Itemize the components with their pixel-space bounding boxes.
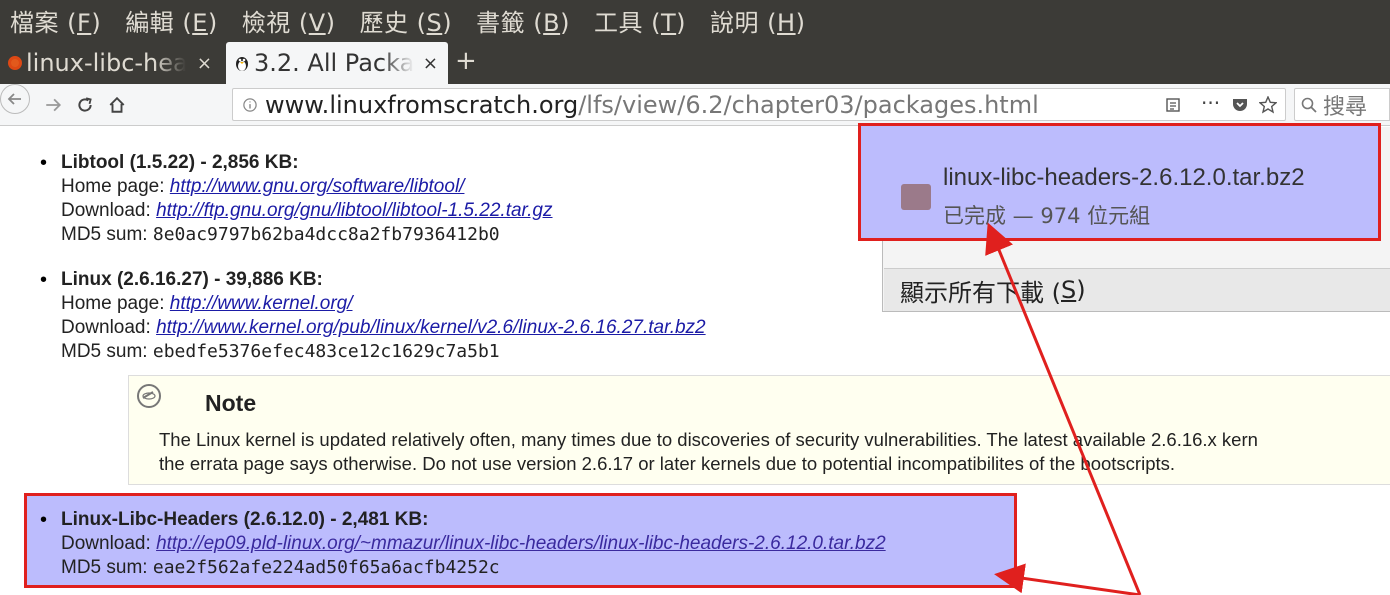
package-linux: • Linux (2.6.16.27) - 39,886 KB: Home pa…: [40, 268, 706, 364]
tab-title: linux-libc-headers: [26, 49, 186, 77]
menu-history[interactable]: 歷史 (S): [360, 3, 453, 38]
package-title: Linux-Libc-Headers (2.6.12.0) - 2,481 KB…: [61, 509, 429, 530]
arrow-left-icon: [7, 93, 21, 105]
home-button[interactable]: [108, 90, 126, 119]
search-icon: [1301, 97, 1317, 113]
show-all-accesskey: S: [1061, 276, 1077, 304]
note-title: Note: [205, 390, 257, 416]
package-title: Libtool (1.5.22) - 2,856 KB:: [61, 152, 299, 173]
tab-linux-libc-headers[interactable]: linux-libc-headers ×: [0, 42, 222, 84]
menu-bookmarks[interactable]: 書籤 (B): [476, 3, 570, 38]
menu-view[interactable]: 檢視 (V): [242, 3, 336, 38]
home-page-label: Home page:: [61, 293, 170, 314]
bullet: •: [40, 269, 48, 291]
download-line: Download: http://ftp.gnu.org/gnu/libtool…: [61, 199, 553, 223]
package-file-icon: [901, 184, 931, 210]
home-page-link[interactable]: http://www.gnu.org/software/libtool/: [170, 176, 465, 197]
download-filename: linux-libc-headers-2.6.12.0.tar.bz2: [943, 164, 1305, 191]
download-link[interactable]: http://www.kernel.org/pub/linux/kernel/v…: [156, 317, 706, 338]
note-body: The Linux kernel is updated relatively o…: [159, 428, 1258, 476]
md5-line: MD5 sum: 8e0ac9797b62ba4dcc8a2fb7936412b…: [61, 223, 553, 247]
menubar: 檔案 (F) 編輯 (E) 檢視 (V) 歷史 (S) 書籤 (B) 工具 (T…: [0, 0, 1390, 40]
package-title: Linux (2.6.16.27) - 39,886 KB:: [61, 269, 323, 290]
bullet: •: [40, 152, 48, 174]
menu-help[interactable]: 說明 (H): [710, 3, 805, 38]
bullet: •: [40, 509, 48, 531]
note-box: Note The Linux kernel is updated relativ…: [128, 375, 1390, 485]
download-line: Download: http://www.kernel.org/pub/linu…: [61, 316, 706, 340]
home-page-line: Home page: http://www.kernel.org/: [61, 292, 706, 316]
url-bar[interactable]: www.linuxfromscratch.org/lfs/view/6.2/ch…: [232, 88, 1286, 121]
tab-title: 3.2. All Packages: [254, 49, 414, 77]
md5-value: eae2f562afe224ad50f65a6acfb4252c: [152, 557, 500, 578]
package-libtool: • Libtool (1.5.22) - 2,856 KB: Home page…: [40, 151, 553, 247]
package-linux-libc-headers: • Linux-Libc-Headers (2.6.12.0) - 2,481 …: [40, 508, 886, 580]
menu-file[interactable]: 檔案 (F): [10, 3, 101, 38]
home-page-line: Home page: http://www.gnu.org/software/l…: [61, 175, 553, 199]
download-label: Download:: [61, 200, 157, 221]
download-line: Download: http://ep09.pld-linux.org/~mma…: [61, 532, 886, 556]
reader-view-icon[interactable]: [1165, 97, 1181, 113]
md5-label: MD5 sum:: [61, 341, 153, 362]
show-all-label-end: ): [1076, 276, 1086, 304]
page-actions-icon[interactable]: ···: [1201, 91, 1220, 115]
bookmark-star-icon[interactable]: [1259, 96, 1277, 114]
show-all-downloads-button[interactable]: 顯示所有下載 (S): [884, 269, 1390, 311]
close-icon[interactable]: ×: [197, 53, 212, 74]
reload-icon: [78, 97, 92, 112]
new-tab-button[interactable]: +: [455, 46, 477, 76]
home-page-label: Home page:: [61, 176, 170, 197]
tab-strip: linux-libc-headers × 3.2. All Packages ×: [0, 40, 1390, 84]
arrow-right-icon: [46, 98, 62, 112]
url-domain: www.linuxfromscratch.org: [265, 90, 579, 119]
note-icon: [137, 384, 161, 408]
download-label: Download:: [61, 317, 157, 338]
home-page-link[interactable]: http://www.kernel.org/: [170, 293, 353, 314]
download-link[interactable]: http://ep09.pld-linux.org/~mmazur/linux-…: [156, 533, 886, 554]
home-icon: [109, 96, 125, 113]
show-all-label: 顯示所有下載 (: [900, 278, 1061, 307]
url-text: www.linuxfromscratch.org/lfs/view/6.2/ch…: [265, 91, 1039, 119]
ubuntu-icon: [8, 56, 22, 70]
menu-edit[interactable]: 編輯 (E): [125, 3, 218, 38]
url-path: /lfs/view/6.2/chapter03/packages.html: [578, 90, 1039, 119]
md5-value: ebedfe5376efec483ce12c1629c7a5b1: [152, 341, 500, 362]
navigation-toolbar: www.linuxfromscratch.org/lfs/view/6.2/ch…: [0, 84, 1390, 126]
forward-button[interactable]: [44, 90, 62, 119]
search-placeholder: 搜尋: [1323, 94, 1368, 120]
pocket-icon[interactable]: [1231, 97, 1249, 113]
download-link[interactable]: http://ftp.gnu.org/gnu/libtool/libtool-1…: [156, 200, 552, 221]
md5-label: MD5 sum:: [61, 224, 153, 245]
md5-value: 8e0ac9797b62ba4dcc8a2fb7936412b0: [152, 224, 500, 245]
download-item[interactable]: linux-libc-headers-2.6.12.0.tar.bz2 已完成 …: [858, 123, 1381, 241]
md5-label: MD5 sum:: [61, 557, 153, 578]
search-bar[interactable]: 搜尋: [1294, 88, 1390, 121]
menu-tools[interactable]: 工具 (T): [594, 3, 686, 38]
note-line-1: The Linux kernel is updated relatively o…: [159, 429, 1258, 450]
reload-button[interactable]: [76, 90, 94, 119]
info-icon: [243, 98, 257, 112]
tux-icon: [236, 57, 248, 71]
close-icon[interactable]: ×: [423, 53, 438, 74]
back-button[interactable]: [0, 84, 30, 114]
md5-line: MD5 sum: ebedfe5376efec483ce12c1629c7a5b…: [61, 340, 706, 364]
tab-all-packages[interactable]: 3.2. All Packages ×: [226, 42, 448, 84]
note-line-2: the errata page says otherwise. Do not u…: [159, 453, 1176, 474]
download-label: Download:: [61, 533, 157, 554]
note-pen-icon: [142, 391, 156, 400]
md5-line: MD5 sum: eae2f562afe224ad50f65a6acfb4252…: [61, 556, 886, 580]
download-status: 已完成 — 974 位元組: [943, 204, 1151, 228]
